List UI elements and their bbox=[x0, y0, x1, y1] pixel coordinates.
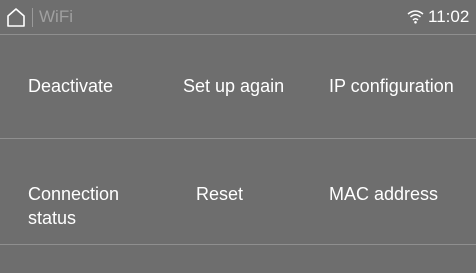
deactivate-button[interactable]: Deactivate bbox=[28, 74, 113, 98]
ip-configuration-button[interactable]: IP configuration bbox=[329, 74, 454, 98]
reset-button[interactable]: Reset bbox=[196, 182, 243, 206]
bottom-divider bbox=[0, 244, 476, 245]
header-divider bbox=[0, 34, 476, 35]
title-separator bbox=[32, 8, 33, 27]
status-bar: WiFi 11:02 bbox=[0, 0, 476, 34]
home-icon[interactable] bbox=[6, 7, 26, 27]
set-up-again-button[interactable]: Set up again bbox=[183, 74, 284, 98]
wifi-signal-icon bbox=[407, 10, 424, 24]
row-divider bbox=[0, 138, 476, 139]
mac-address-button[interactable]: MAC address bbox=[329, 182, 438, 206]
clock: 11:02 bbox=[428, 7, 470, 26]
page-title: WiFi bbox=[39, 7, 73, 26]
connection-status-button[interactable]: Connection status bbox=[28, 182, 148, 230]
